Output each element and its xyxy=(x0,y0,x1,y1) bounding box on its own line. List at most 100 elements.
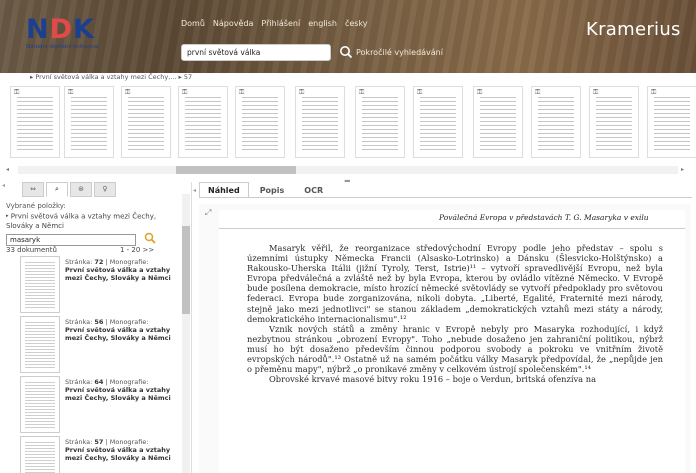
logo-text: NDK xyxy=(26,14,95,45)
page-viewer[interactable]: ⤢ + − ← → ⌕ Poválečná Evropa v představá… xyxy=(199,204,691,473)
tab-preview[interactable]: Náhled xyxy=(199,182,249,198)
result-title[interactable]: První světová válka a vztahy mezi Čechy,… xyxy=(65,446,180,462)
nav-czech[interactable]: česky xyxy=(345,19,368,28)
result-thumbnail[interactable] xyxy=(20,436,60,473)
page-thumbnail[interactable]: ⚿ xyxy=(235,86,285,158)
selected-item-title: První světová válka a vztahy mezi Čechy,… xyxy=(6,212,157,230)
page-thumbnail[interactable]: ⚿ xyxy=(355,86,405,158)
paragraph: Masaryk věřil, že reorganizace středovýc… xyxy=(247,243,663,324)
result-meta: Stránka: 64 | Monografie: První světová … xyxy=(65,378,180,402)
scrollbar-thumb[interactable] xyxy=(182,226,190,314)
tab-divider xyxy=(199,197,692,198)
fulltext-search-input[interactable] xyxy=(6,234,136,246)
app-title: Kramerius xyxy=(586,19,681,40)
lock-icon: ⚿ xyxy=(239,88,245,96)
advanced-search-link[interactable]: Pokročilé vyhledávání xyxy=(356,48,443,57)
doc-type: | Monografie: xyxy=(105,438,149,446)
fullscreen-icon[interactable]: ⤢ xyxy=(205,208,211,218)
tab-user[interactable]: ♀ xyxy=(94,182,116,197)
top-navigation: Domů Nápověda Přihlášení english česky xyxy=(181,19,368,28)
lock-icon: ⚿ xyxy=(359,88,365,96)
lock-icon: ⚿ xyxy=(417,88,423,96)
result-title[interactable]: První světová válka a vztahy mezi Čechy,… xyxy=(65,266,180,282)
running-head: Poválečná Evropa v představách T. G. Mas… xyxy=(439,213,649,222)
lock-icon: ⚿ xyxy=(68,88,74,96)
app-window: NDK Národní digitální knihovna Domů Nápo… xyxy=(0,0,696,473)
left-panel: ◂ ⇔ ⌕ ⊛ ♀ Vybrané položky: ▸ První světo… xyxy=(0,182,192,473)
nav-home[interactable]: Domů xyxy=(181,19,205,28)
result-pagination[interactable]: 1 - 20 >> xyxy=(120,246,154,254)
page-thumbnail[interactable]: ⚿ xyxy=(589,86,639,158)
tab-context[interactable]: ⇔ xyxy=(22,182,44,197)
tab-search[interactable]: ⌕ xyxy=(46,182,68,197)
nav-english[interactable]: english xyxy=(308,19,337,28)
page-body: Masaryk věřil, že reorganizace středovýc… xyxy=(247,243,663,384)
collapse-left-icon[interactable]: ◂ xyxy=(2,182,5,189)
result-title[interactable]: První světová válka a vztahy mezi Čechy,… xyxy=(65,386,180,402)
page-thumbnail[interactable]: ⚿ xyxy=(10,86,60,158)
list-item[interactable]: Stránka: 56 | Monografie: První světová … xyxy=(20,316,178,374)
scroll-right-icon[interactable]: ▸ xyxy=(681,166,684,173)
tab-structure[interactable]: ⊛ xyxy=(70,182,92,197)
nav-login[interactable]: Přihlášení xyxy=(261,19,300,28)
scrollbar-thumb[interactable] xyxy=(176,166,296,174)
result-count: 33 dokumentů xyxy=(6,246,57,254)
search-input[interactable] xyxy=(181,44,331,61)
result-meta: Stránka: 72 | Monografie: První světová … xyxy=(65,258,180,282)
result-thumbnail[interactable] xyxy=(20,316,60,373)
ndk-logo[interactable]: NDK Národní digitální knihovna xyxy=(26,14,124,50)
page-thumbnail[interactable]: ⚿ xyxy=(295,86,345,158)
list-item[interactable]: Stránka: 57 | Monografie: První světová … xyxy=(20,436,178,473)
page-number: 72 xyxy=(94,258,104,266)
page-number: 64 xyxy=(94,378,104,386)
tab-ocr[interactable]: OCR xyxy=(295,182,332,198)
lock-icon: ⚿ xyxy=(182,88,188,96)
lock-icon: ⚿ xyxy=(593,88,599,96)
list-item[interactable]: Stránka: 64 | Monografie: První světová … xyxy=(20,376,178,434)
selected-items-label: Vybrané položky: xyxy=(6,202,66,210)
page-thumbnail[interactable]: ⚿ xyxy=(531,86,581,158)
page-thumbnail[interactable]: ⚿ xyxy=(473,86,523,158)
nav-help[interactable]: Nápověda xyxy=(213,19,254,28)
right-panel: ◂ Náhled Popis OCR ⤢ + − ← → ⌕ Poválečná… xyxy=(193,182,696,473)
tab-description[interactable]: Popis xyxy=(251,182,294,198)
lock-icon: ⚿ xyxy=(535,88,541,96)
collapse-right-icon[interactable]: ◂ xyxy=(193,187,196,194)
result-thumbnail[interactable] xyxy=(20,256,60,313)
page-number: 56 xyxy=(94,318,104,326)
doc-type: | Monografie: xyxy=(105,318,149,326)
page-thumbnail[interactable]: ⚿ xyxy=(121,86,171,158)
doc-type: | Monografie: xyxy=(105,378,149,386)
paragraph: Obrovské krvavé masové bitvy roku 1916 –… xyxy=(269,374,597,385)
selected-item[interactable]: ▸ První světová válka a vztahy mezi Čech… xyxy=(6,212,176,231)
paragraph: Vznik nových států a změny hranic v Evro… xyxy=(247,323,663,375)
result-thumbnail[interactable] xyxy=(20,376,60,433)
lock-icon: ⚿ xyxy=(651,88,657,96)
list-item[interactable]: Stránka: 72 | Monografie: První světová … xyxy=(20,256,178,314)
results-scrollbar[interactable] xyxy=(182,194,190,473)
result-meta: Stránka: 57 | Monografie: První světová … xyxy=(65,438,180,462)
search-icon[interactable] xyxy=(339,45,353,59)
lock-icon: ⚿ xyxy=(14,88,20,96)
page-label: Stránka: xyxy=(65,438,93,446)
page-label: Stránka: xyxy=(65,258,93,266)
search-icon[interactable] xyxy=(144,232,156,244)
logo-subtitle: Národní digitální knihovna xyxy=(26,44,99,50)
left-panel-tabs: ⇔ ⌕ ⊛ ♀ xyxy=(22,182,116,197)
lock-icon: ⚿ xyxy=(125,88,131,96)
document-page: Poválečná Evropa v představách T. G. Mas… xyxy=(219,210,685,473)
scroll-left-icon[interactable]: ◂ xyxy=(6,166,9,173)
result-title[interactable]: První světová válka a vztahy mezi Čechy,… xyxy=(65,326,180,342)
page-thumbnail[interactable]: ⚿ xyxy=(647,86,696,158)
caret-right-icon: ▸ xyxy=(6,213,9,219)
lock-icon: ⚿ xyxy=(299,88,305,96)
header-rule xyxy=(219,228,685,229)
page-thumbnail[interactable]: ⚿ xyxy=(413,86,463,158)
thumbnail-scrollbar[interactable] xyxy=(18,166,678,174)
breadcrumb[interactable]: ▸ První světová válka a vztahy mezi Čech… xyxy=(30,73,192,84)
page-number: 57 xyxy=(94,438,104,446)
viewer-tabs: Náhled Popis OCR xyxy=(199,182,332,198)
page-thumbnail[interactable]: ⚿ xyxy=(178,86,228,158)
lock-icon: ⚿ xyxy=(477,88,483,96)
page-thumbnail[interactable]: ⚿ xyxy=(64,86,114,158)
